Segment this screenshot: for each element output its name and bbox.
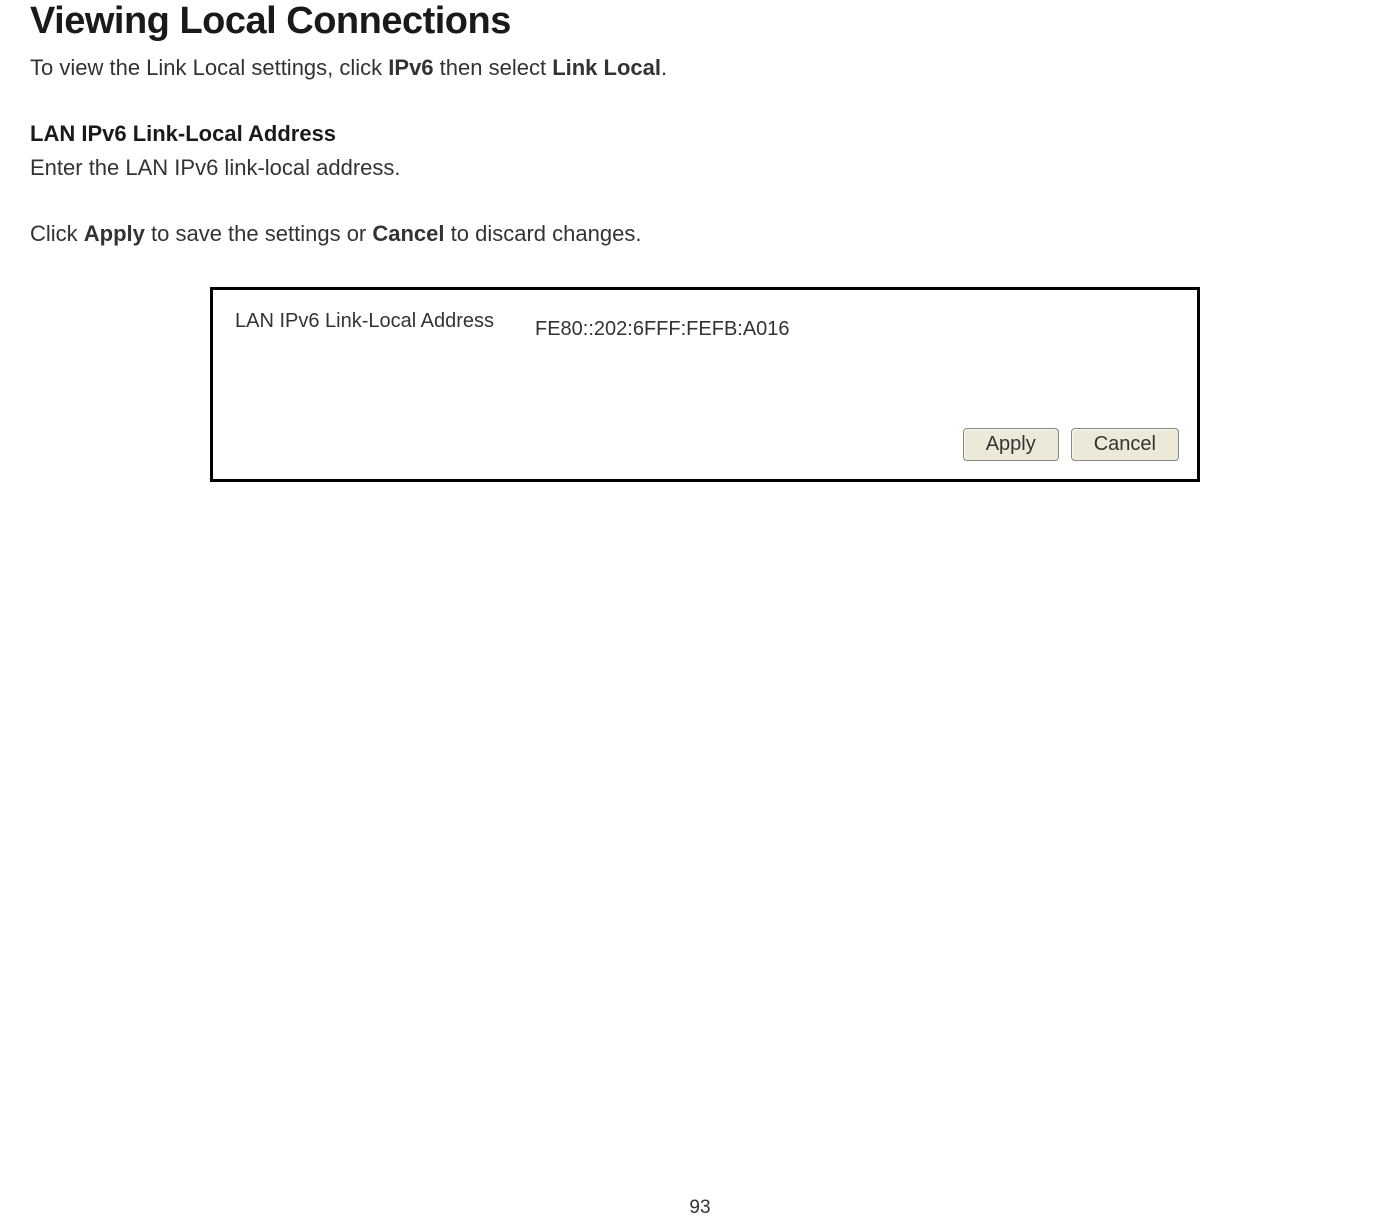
intro-paragraph: To view the Link Local settings, click I…	[30, 55, 1370, 81]
action-bold-apply: Apply	[84, 221, 145, 246]
apply-button[interactable]: Apply	[963, 428, 1059, 461]
page-number: 93	[689, 1197, 710, 1219]
action-paragraph: Click Apply to save the settings or Canc…	[30, 221, 1370, 247]
config-field-label: LAN IPv6 Link-Local Address	[235, 308, 535, 334]
section-body: Enter the LAN IPv6 link-local address.	[30, 155, 1370, 181]
intro-pre: To view the Link Local settings, click	[30, 55, 388, 80]
action-bold-cancel: Cancel	[372, 221, 444, 246]
cancel-button[interactable]: Cancel	[1071, 428, 1179, 461]
action-mid: to save the settings or	[145, 221, 372, 246]
intro-bold-ipv6: IPv6	[388, 55, 433, 80]
config-field-value: FE80::202:6FFF:FEFB:A016	[535, 308, 1179, 341]
intro-end: .	[661, 55, 667, 80]
action-pre: Click	[30, 221, 84, 246]
config-row: LAN IPv6 Link-Local Address FE80::202:6F…	[235, 308, 1179, 341]
button-row: Apply Cancel	[963, 428, 1179, 461]
intro-mid: then select	[434, 55, 553, 80]
intro-bold-linklocal: Link Local	[552, 55, 661, 80]
action-end: to discard changes.	[445, 221, 642, 246]
page-heading: Viewing Local Connections	[30, 0, 1370, 43]
section-subheading: LAN IPv6 Link-Local Address	[30, 121, 1370, 147]
config-panel: LAN IPv6 Link-Local Address FE80::202:6F…	[210, 287, 1200, 482]
